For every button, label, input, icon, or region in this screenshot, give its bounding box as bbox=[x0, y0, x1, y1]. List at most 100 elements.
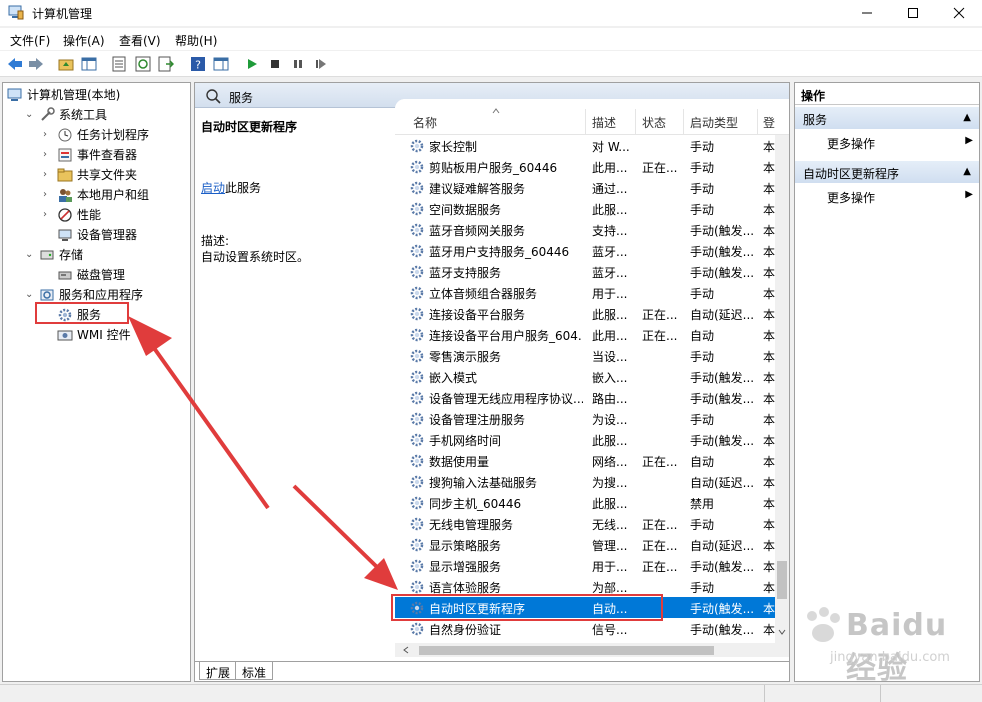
refresh-button[interactable] bbox=[134, 55, 152, 73]
table-row[interactable]: 同步主机_60446 此服... 禁用本 bbox=[395, 492, 777, 513]
tab-extended[interactable]: 扩展 bbox=[199, 662, 238, 680]
service-description: 此服... bbox=[592, 308, 628, 322]
forward-button[interactable] bbox=[27, 55, 45, 73]
table-row[interactable]: 零售演示服务 当设... 手动本 bbox=[395, 345, 777, 366]
scroll-left-icon[interactable] bbox=[403, 646, 409, 654]
service-startup-type: 手动 bbox=[690, 287, 715, 301]
table-row[interactable]: 立体音频组合器服务 用于... 手动本 bbox=[395, 282, 777, 303]
restart-service-button[interactable] bbox=[312, 55, 330, 73]
service-startup-type: 手动 bbox=[690, 182, 715, 196]
column-description[interactable]: 描述 bbox=[592, 114, 616, 131]
tree-item[interactable]: › 任务计划程序 bbox=[43, 125, 149, 144]
up-folder-button[interactable] bbox=[57, 55, 75, 73]
table-row[interactable]: 手机网络时间 此服... 手动(触发... 本 bbox=[395, 429, 777, 450]
table-row[interactable]: 连接设备平台服务 此服... 正在... 自动(延迟... 本 bbox=[395, 303, 777, 324]
minimize-icon bbox=[862, 12, 872, 14]
service-startup-type: 自动(延迟... bbox=[690, 308, 755, 322]
table-row[interactable]: 剪贴板用户服务_60446 此用... 正在... 手动本 bbox=[395, 156, 777, 177]
horizontal-scrollbar-thumb[interactable] bbox=[419, 646, 714, 655]
arrow-right-icon bbox=[29, 58, 43, 70]
table-row[interactable]: 连接设备平台用户服务_604... 此用... 正在... 自动本 bbox=[395, 324, 777, 345]
search-icon bbox=[206, 89, 221, 104]
tree-item[interactable]: › 性能 bbox=[43, 205, 101, 224]
chevron-down-icon[interactable]: ⌄ bbox=[25, 249, 35, 260]
chevron-right-icon[interactable]: › bbox=[43, 169, 53, 180]
table-row[interactable]: 数据使用量 网络... 正在... 自动本 bbox=[395, 450, 777, 471]
tab-standard[interactable]: 标准 bbox=[235, 662, 274, 680]
tree-item[interactable]: › 事件查看器 bbox=[43, 145, 137, 164]
column-separator[interactable] bbox=[635, 109, 636, 135]
service-name: 蓝牙用户支持服务_60446 bbox=[429, 245, 570, 259]
show-action-pane-button[interactable] bbox=[212, 55, 230, 73]
table-row[interactable]: 语言体验服务 为部... 手动本 bbox=[395, 576, 777, 597]
table-row[interactable]: 无线电管理服务 无线... 正在... 手动本 bbox=[395, 513, 777, 534]
show-hide-console-tree-button[interactable] bbox=[80, 55, 98, 73]
table-row[interactable]: 蓝牙音频网关服务 支持... 手动(触发... 本 bbox=[395, 219, 777, 240]
start-service-button[interactable] bbox=[243, 55, 261, 73]
tree-item[interactable]: ⌄ 存储 bbox=[25, 245, 83, 264]
tree-item[interactable]: › 共享文件夹 bbox=[43, 165, 137, 184]
chevron-right-icon[interactable]: › bbox=[43, 149, 53, 160]
service-startup-type: 手动 bbox=[690, 350, 715, 364]
column-separator[interactable] bbox=[757, 109, 758, 135]
properties-button[interactable] bbox=[110, 55, 128, 73]
export-icon bbox=[158, 56, 174, 72]
chevron-right-icon[interactable]: › bbox=[43, 189, 53, 200]
stop-service-button[interactable] bbox=[266, 55, 284, 73]
tree-item[interactable]: › 本地用户和组 bbox=[43, 185, 149, 204]
tree-item[interactable]: ⌄ 服务和应用程序 bbox=[25, 285, 143, 304]
table-row[interactable]: 显示策略服务 管理... 正在... 自动(延迟... 本 bbox=[395, 534, 777, 555]
menu-file[interactable]: 文件(F) bbox=[10, 32, 50, 49]
back-button[interactable] bbox=[6, 55, 24, 73]
tree-item[interactable]: WMI 控件 bbox=[43, 325, 131, 344]
maximize-button[interactable] bbox=[890, 0, 936, 26]
column-name[interactable]: 名称 bbox=[413, 114, 437, 131]
table-row[interactable]: 建议疑难解答服务 通过... 手动本 bbox=[395, 177, 777, 198]
chevron-down-icon[interactable]: ⌄ bbox=[25, 289, 35, 300]
more-actions-label: 更多操作 bbox=[827, 137, 876, 151]
tree-item[interactable]: 设备管理器 bbox=[43, 225, 137, 244]
tree-item[interactable]: ⌄ 系统工具 bbox=[25, 105, 107, 124]
chevron-right-icon[interactable]: › bbox=[43, 129, 53, 140]
vertical-scrollbar-thumb[interactable] bbox=[777, 561, 787, 599]
more-actions-services[interactable]: 更多操作 ▶ bbox=[795, 131, 979, 153]
gear-icon bbox=[410, 496, 424, 510]
actions-section-selected-service[interactable]: 自动时区更新程序 ▲ bbox=[795, 161, 979, 183]
table-row[interactable]: 蓝牙支持服务 蓝牙... 手动(触发... 本 bbox=[395, 261, 777, 282]
column-logon-as[interactable]: 登 bbox=[763, 114, 775, 131]
tree-item[interactable]: 磁盘管理 bbox=[43, 265, 125, 284]
column-separator[interactable] bbox=[683, 109, 684, 135]
collapse-icon: ▲ bbox=[963, 112, 971, 123]
table-row[interactable]: 蓝牙用户支持服务_60446 蓝牙... 手动(触发... 本 bbox=[395, 240, 777, 261]
table-row[interactable]: 搜狗输入法基础服务 为搜... 自动(延迟... 本 bbox=[395, 471, 777, 492]
pause-service-button[interactable] bbox=[289, 55, 307, 73]
chevron-right-icon[interactable]: › bbox=[43, 209, 53, 220]
menu-action[interactable]: 操作(A) bbox=[63, 32, 105, 49]
more-actions-selected-service[interactable]: 更多操作 ▶ bbox=[795, 185, 979, 207]
table-row[interactable]: 显示增强服务 用于... 正在... 手动(触发... 本 bbox=[395, 555, 777, 576]
description-text: 自动设置系统时区。 bbox=[201, 250, 310, 264]
service-status: 正在... bbox=[642, 455, 678, 469]
table-row[interactable]: 家长控制对 W... 手动本 bbox=[395, 135, 777, 156]
start-service-link[interactable]: 启动 bbox=[201, 181, 225, 195]
tree-item[interactable]: 计算机管理(本地) bbox=[7, 85, 120, 104]
help-button[interactable]: ? bbox=[189, 55, 207, 73]
table-row[interactable]: 设备管理注册服务 为设... 手动本 bbox=[395, 408, 777, 429]
minimize-button[interactable] bbox=[844, 0, 890, 26]
scroll-down-icon[interactable] bbox=[778, 629, 786, 635]
table-row[interactable]: 自然身份验证 信号... 手动(触发... 本 bbox=[395, 618, 777, 639]
close-button[interactable] bbox=[936, 0, 982, 26]
table-row[interactable]: 空间数据服务 此服... 手动本 bbox=[395, 198, 777, 219]
menu-help[interactable]: 帮助(H) bbox=[175, 32, 217, 49]
column-status[interactable]: 状态 bbox=[642, 114, 666, 131]
chevron-down-icon[interactable]: ⌄ bbox=[25, 109, 35, 120]
export-list-button[interactable] bbox=[157, 55, 175, 73]
column-startup-type[interactable]: 启动类型 bbox=[690, 114, 738, 131]
tree-item[interactable]: 服务 bbox=[43, 305, 101, 324]
table-row[interactable]: 嵌入模式 嵌入... 手动(触发... 本 bbox=[395, 366, 777, 387]
table-row[interactable]: 设备管理无线应用程序协议... 路由... 手动(触发... 本 bbox=[395, 387, 777, 408]
column-separator[interactable] bbox=[585, 109, 586, 135]
actions-section-services[interactable]: 服务 ▲ bbox=[795, 107, 979, 129]
table-row-selected[interactable]: 自动时区更新程序 自动... 手动(触发... 本 bbox=[395, 597, 777, 618]
menu-view[interactable]: 查看(V) bbox=[119, 32, 161, 49]
